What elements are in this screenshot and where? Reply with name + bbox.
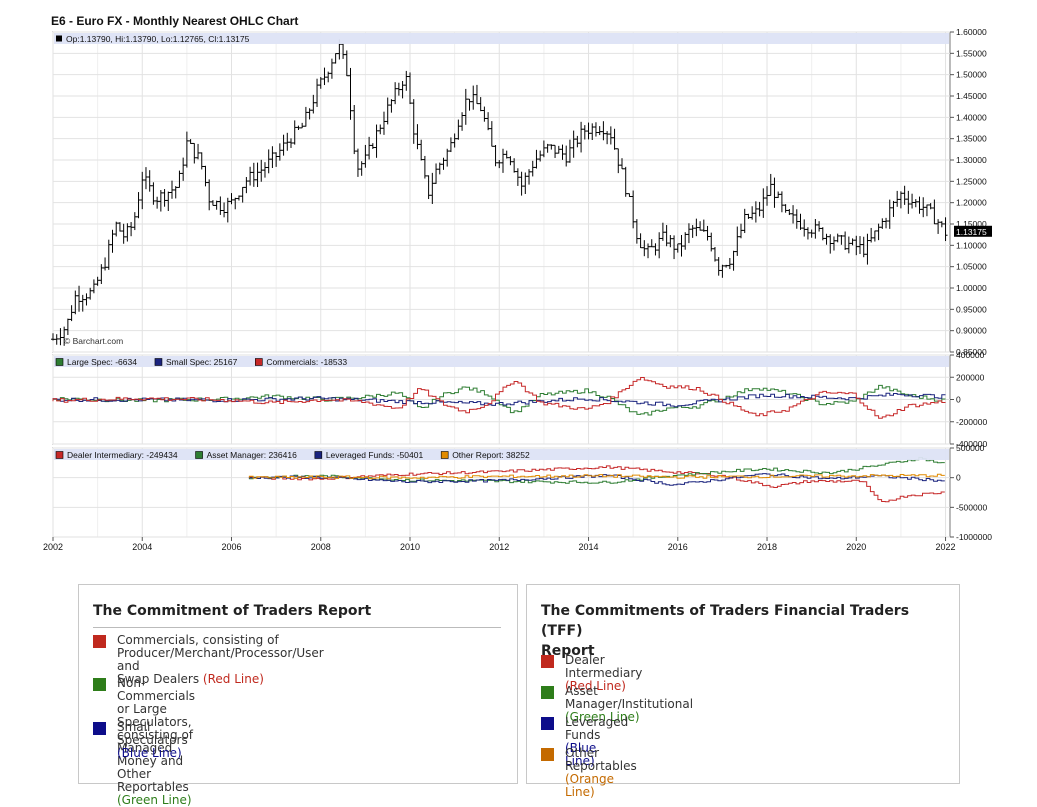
x-tick-label: 2014 — [579, 542, 599, 552]
tff-ytick-label: -500000 — [956, 502, 987, 512]
barchart-watermark: © Barchart.com — [64, 336, 123, 346]
price-panel: 0.850000.900000.950001.000001.050001.100… — [51, 27, 987, 357]
price-ytick-label: 1.25000 — [956, 176, 987, 186]
price-ytick-label: 1.00000 — [956, 283, 987, 293]
x-tick-label: 2006 — [221, 542, 241, 552]
legend-item-line-color: (Blue Line) — [117, 746, 182, 760]
last-price-label: 1.13175 — [956, 227, 987, 237]
price-ytick-label: 1.60000 — [956, 27, 987, 37]
tff-ytick-label: 0 — [956, 473, 961, 483]
ohlc-readout: Op:1.13790, Hi:1.13790, Lo:1.12765, Cl:1… — [66, 34, 250, 44]
price-ytick-label: 1.35000 — [956, 134, 987, 144]
cot-legend-item-swatch — [93, 722, 106, 735]
cot-legend-swatch — [255, 358, 263, 366]
x-tick-label: 2022 — [936, 542, 956, 552]
tff-legend-item-swatch — [541, 748, 554, 761]
cot-ytick-label: -200000 — [956, 417, 987, 427]
chart-title: E6 - Euro FX - Monthly Nearest OHLC Char… — [51, 14, 298, 28]
ohlc-readout-marker — [56, 35, 62, 42]
price-ytick-label: 1.30000 — [956, 155, 987, 165]
tff-legend-swatch — [55, 451, 64, 459]
cot-ytick-label: 200000 — [956, 372, 985, 382]
price-ytick-label: 1.10000 — [956, 240, 987, 250]
price-ytick-label: 1.05000 — [956, 262, 987, 272]
tff-legend-item-swatch — [541, 717, 554, 730]
legend-item-text: Other Reportables — [565, 746, 637, 773]
x-tick-label: 2004 — [132, 542, 152, 552]
tff-ytick-label: -1000000 — [956, 532, 992, 542]
cot-legend-item-swatch — [93, 678, 106, 691]
price-ytick-label: 1.50000 — [956, 70, 987, 80]
price-ytick-label: 1.20000 — [956, 198, 987, 208]
legend-item-text: Asset Manager/Institutional — [565, 684, 694, 711]
tff-legend-text: Dealer Intermediary: -249434 — [67, 450, 178, 460]
price-ytick-label: 0.90000 — [956, 326, 987, 336]
cot-ytick-label: 0 — [956, 395, 961, 405]
tff-report-legend: The Commitments of Traders Financial Tra… — [526, 584, 960, 799]
x-tick-label: 2016 — [668, 542, 688, 552]
x-tick-label: 2002 — [43, 542, 63, 552]
x-tick-label: 2010 — [400, 542, 420, 552]
tff-legend-item-swatch — [541, 655, 554, 668]
price-ytick-label: 1.40000 — [956, 112, 987, 122]
cot-legend-text: Large Spec: -6634 — [67, 357, 137, 367]
legend-item-line-color: (Green Line) — [117, 793, 192, 807]
tff-legend-title: The Commitments of Traders Financial Tra… — [541, 603, 910, 659]
tff-legend-swatch — [440, 451, 449, 459]
price-ytick-label: 0.95000 — [956, 304, 987, 314]
legend-item-text: Small Speculators — [117, 720, 188, 747]
legend-item-text: Leveraged Funds — [565, 715, 629, 742]
tff-legend-item-swatch — [541, 686, 554, 699]
x-tick-label: 2008 — [311, 542, 331, 552]
price-ytick-label: 1.55000 — [956, 48, 987, 58]
tff-frame — [52, 447, 951, 538]
cot-ytick-label: 400000 — [956, 350, 985, 360]
price-ytick-label: 1.45000 — [956, 91, 987, 101]
cot-legend-swatch — [154, 358, 163, 366]
tff-legend-swatch — [195, 451, 203, 459]
legend-item-text: Commercials, consisting of Producer/Merc… — [117, 633, 324, 673]
tff-legend-swatch — [314, 451, 323, 459]
x-tick-label: 2020 — [846, 542, 866, 552]
cot-legend-text: Small Spec: 25167 — [166, 357, 238, 367]
legend-item-text: Dealer Intermediary — [565, 653, 643, 680]
tff-legend-text: Leveraged Funds: -50401 — [326, 450, 424, 460]
x-tick-label: 2012 — [489, 542, 509, 552]
legend-item-text: Money and Other Reportables — [117, 754, 189, 794]
cot-legend-swatch — [55, 358, 64, 366]
tff-legend-text: Other Report: 38252 — [452, 450, 530, 460]
cot-legend-title: The Commitment of Traders Report — [93, 603, 372, 619]
legend-item-line-color: (Orange Line) — [565, 772, 615, 799]
legend-item-line-color: (Red Line) — [202, 672, 264, 686]
tff-ytick-label: 500000 — [956, 443, 985, 453]
chart-svg: E6 - Euro FX - Monthly Nearest OHLC Char… — [43, 14, 992, 552]
cot-legend-divider — [93, 627, 501, 628]
cot-legend-item-swatch — [93, 635, 106, 648]
price-frame — [52, 31, 951, 353]
cot-legend-text: Commercials: -18533 — [266, 357, 347, 367]
cot-report-legend: The Commitment of Traders Report Commerc… — [78, 584, 518, 807]
tff-legend-text: Asset Manager: 236416 — [207, 450, 298, 460]
ohlc-chart: E6 - Euro FX - Monthly Nearest OHLC Char… — [0, 0, 1037, 560]
x-tick-label: 2018 — [757, 542, 777, 552]
